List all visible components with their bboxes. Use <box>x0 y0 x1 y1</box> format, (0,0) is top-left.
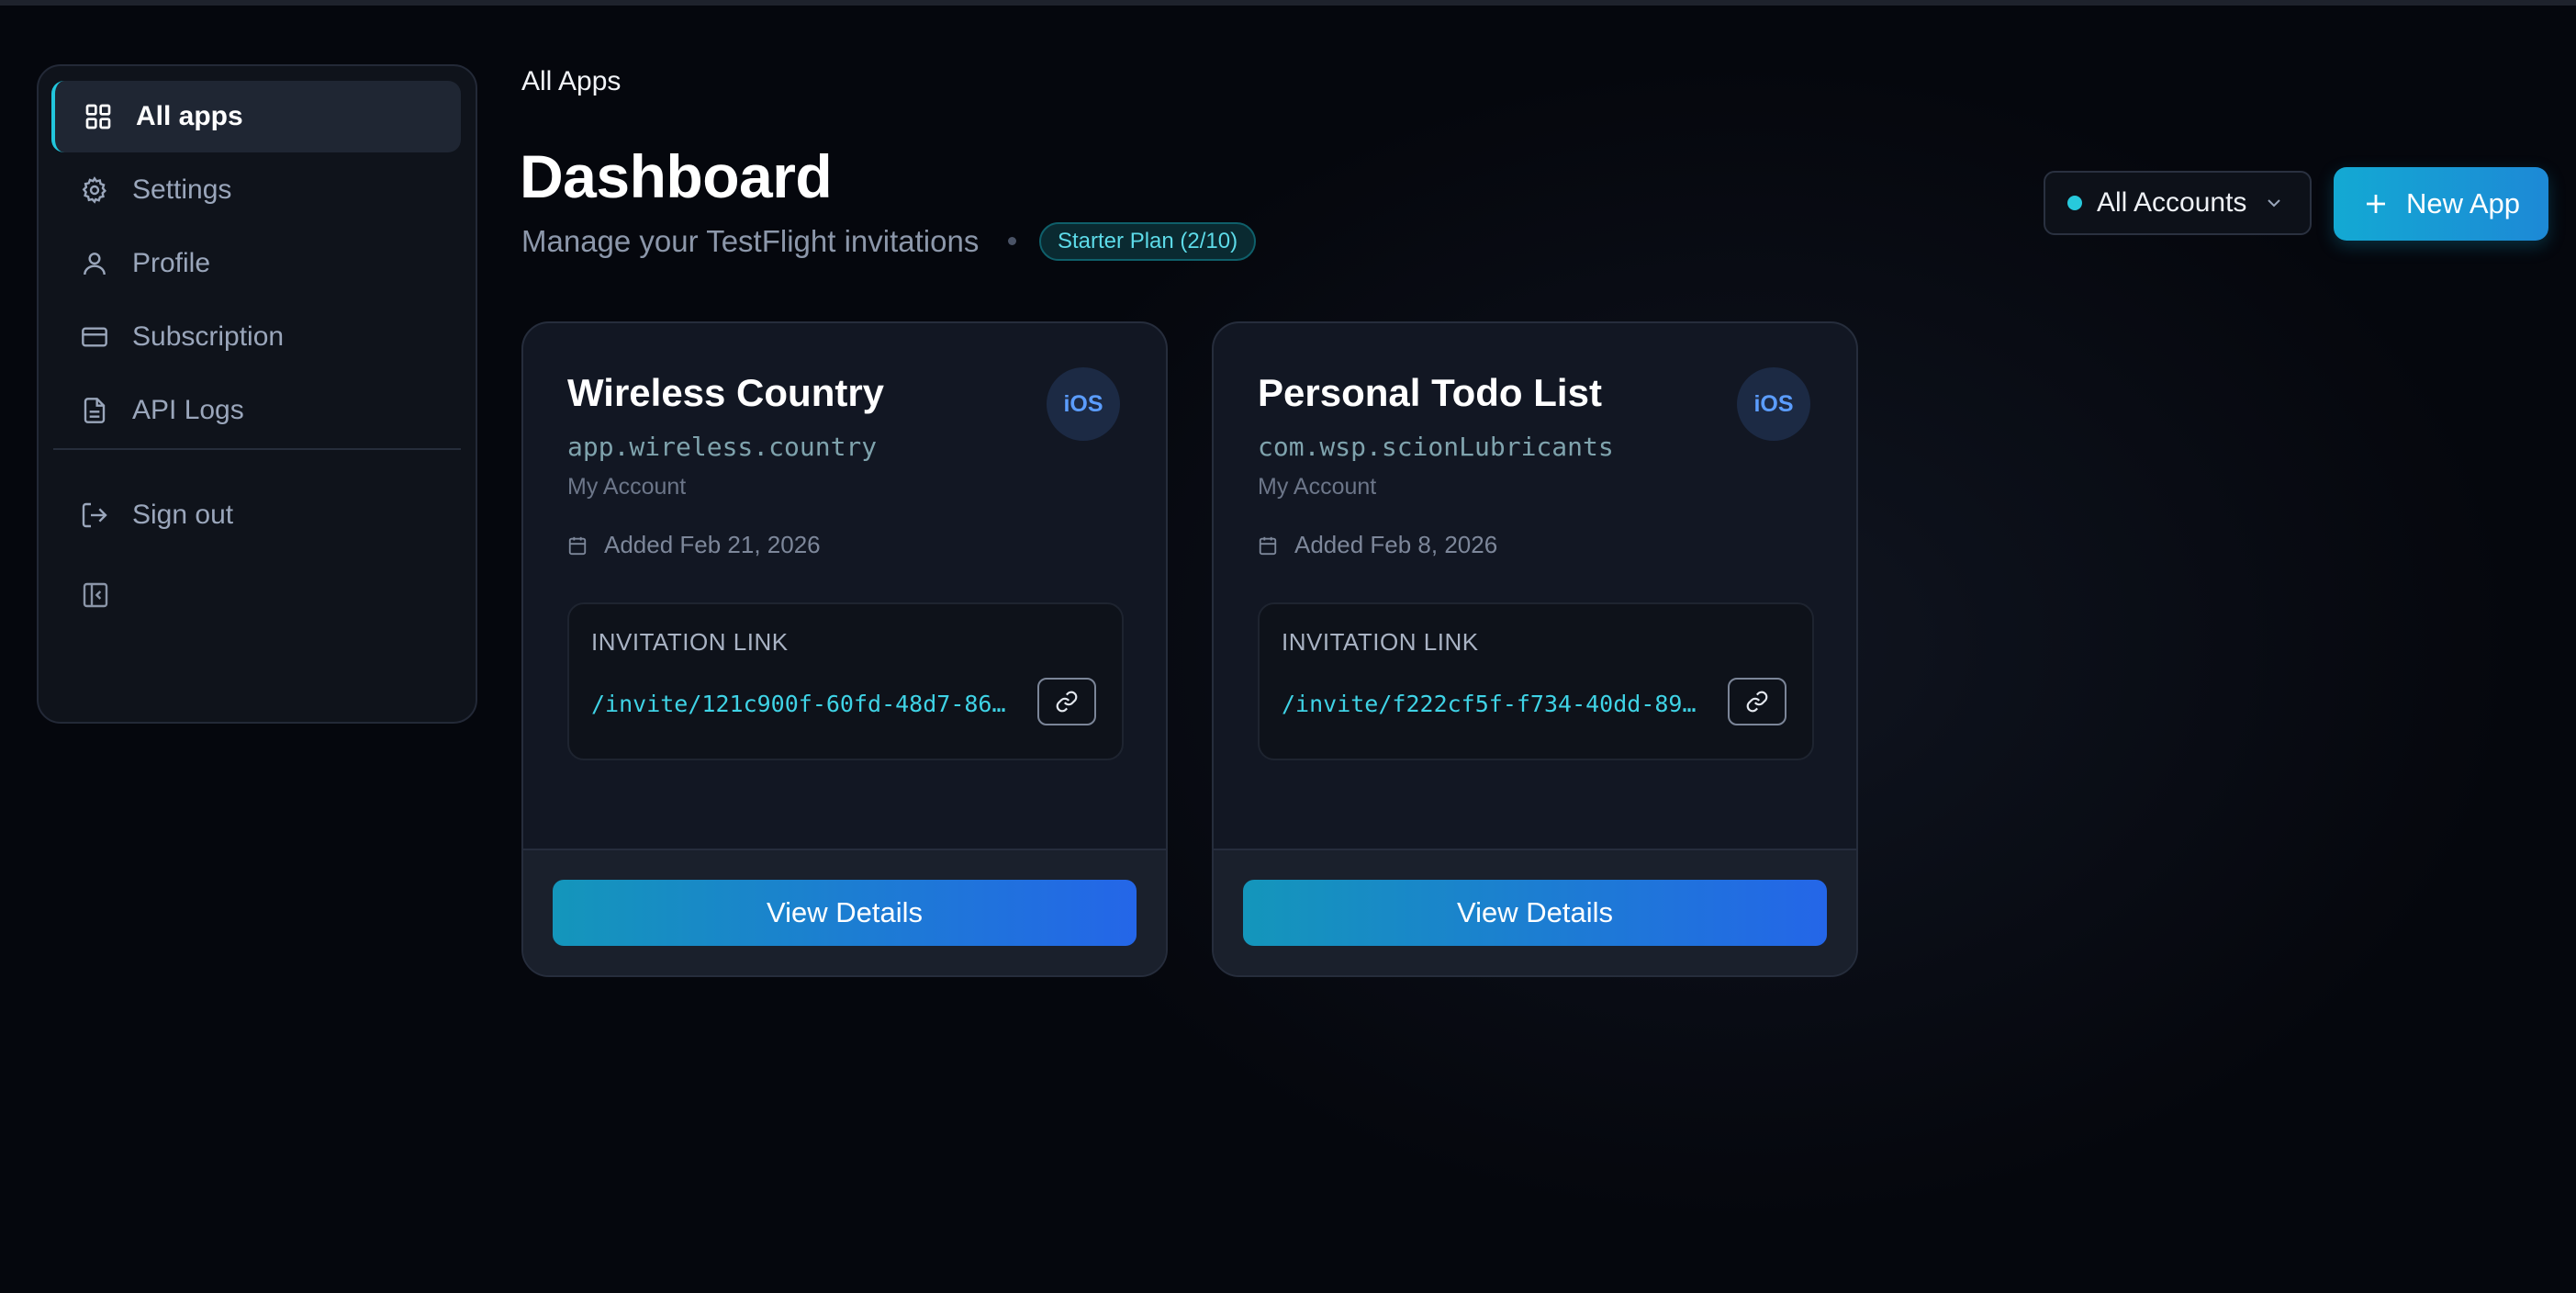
accounts-select-value: All Accounts <box>2097 187 2247 218</box>
invitation-link-box: INVITATION LINK /invite/121c900f-60fd-48… <box>567 602 1124 760</box>
plus-icon <box>2366 195 2385 213</box>
sign-out-button[interactable]: Sign out <box>51 479 461 551</box>
platform-badge: iOS <box>1047 367 1120 441</box>
plan-badge: Starter Plan (2/10) <box>1039 222 1257 261</box>
chevron-down-icon <box>2268 199 2281 208</box>
new-app-label: New App <box>2405 187 2521 219</box>
invitation-url[interactable]: /invite/f222cf5f-f734-40dd-89a… <box>1282 691 1704 717</box>
new-app-button[interactable]: New App <box>2334 167 2548 241</box>
page-subtitle: Manage your TestFlight invitations <box>521 224 980 258</box>
sidebar-item-label: Profile <box>132 248 211 278</box>
card-footer: View Details <box>523 849 1166 975</box>
sidebar: All apps Settings Profile Subscription A… <box>37 64 477 724</box>
calendar-icon <box>1259 536 1277 555</box>
added-date: Added Feb 8, 2026 <box>1258 531 1497 559</box>
app-card: Wireless Country iOS app.wireless.countr… <box>521 321 1168 977</box>
accounts-select[interactable]: All Accounts <box>2044 171 2312 235</box>
view-details-button[interactable]: View Details <box>1243 880 1827 946</box>
sidebar-divider <box>53 448 461 450</box>
account-name: My Account <box>567 474 687 500</box>
added-date-text: Added Feb 8, 2026 <box>1294 531 1498 558</box>
bundle-id: com.wsp.scionLubricants <box>1258 432 1614 462</box>
separator-dot <box>1008 237 1016 245</box>
bundle-id: app.wireless.country <box>567 432 878 462</box>
sidebar-collapse-icon <box>81 580 110 614</box>
gear-icon <box>79 174 110 206</box>
sidebar-item-label: All apps <box>136 101 243 131</box>
app-card: Personal Todo List iOS com.wsp.scionLubr… <box>1212 321 1858 977</box>
sidebar-item-label: Subscription <box>132 321 285 352</box>
added-date: Added Feb 21, 2026 <box>567 531 821 559</box>
sidebar-item-all-apps[interactable]: All apps <box>51 81 461 152</box>
sidebar-item-profile[interactable]: Profile <box>51 228 461 299</box>
sidebar-item-subscription[interactable]: Subscription <box>51 301 461 373</box>
account-status-dot <box>2067 196 2082 210</box>
copy-link-button[interactable] <box>1037 678 1096 725</box>
invitation-link-label: INVITATION LINK <box>1282 628 1479 656</box>
view-details-button[interactable]: View Details <box>553 880 1137 946</box>
page-title: Dashboard <box>520 142 833 210</box>
invitation-url[interactable]: /invite/121c900f-60fd-48d7-860… <box>591 691 1014 717</box>
calendar-icon <box>568 536 587 555</box>
link-icon <box>1746 691 1768 713</box>
invitation-link-box: INVITATION LINK /invite/f222cf5f-f734-40… <box>1258 602 1814 760</box>
account-name: My Account <box>1258 474 1377 500</box>
link-icon <box>1056 691 1078 713</box>
sign-out-icon <box>79 500 110 531</box>
card-footer: View Details <box>1214 849 1856 975</box>
app-name: Wireless Country <box>567 371 885 414</box>
sign-out-label: Sign out <box>132 500 234 530</box>
user-icon <box>79 248 110 279</box>
invitation-link-label: INVITATION LINK <box>591 628 789 656</box>
app-name: Personal Todo List <box>1258 371 1602 414</box>
sidebar-item-label: API Logs <box>132 395 244 425</box>
sidebar-collapse-button[interactable] <box>75 577 116 617</box>
sidebar-item-label: Settings <box>132 174 232 205</box>
platform-badge: iOS <box>1737 367 1810 441</box>
file-text-icon <box>79 395 110 426</box>
breadcrumb: All Apps <box>521 66 622 96</box>
grid-icon <box>83 101 114 132</box>
window-top-border <box>0 0 2576 6</box>
added-date-text: Added Feb 21, 2026 <box>604 531 821 558</box>
credit-card-icon <box>79 321 110 353</box>
sidebar-item-settings[interactable]: Settings <box>51 154 461 226</box>
copy-link-button[interactable] <box>1728 678 1786 725</box>
sidebar-item-api-logs[interactable]: API Logs <box>51 375 461 446</box>
